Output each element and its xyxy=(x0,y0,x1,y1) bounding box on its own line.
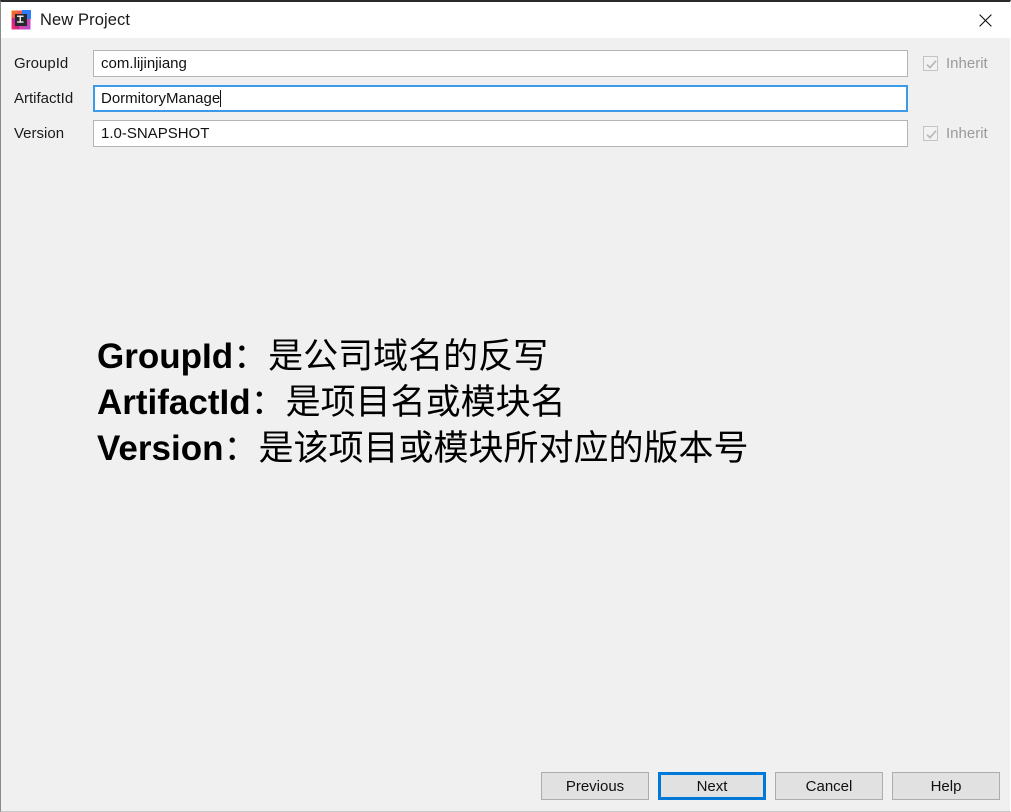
annotation-key: ArtifactId xyxy=(97,383,251,422)
annotation-value: ：是该项目或模块所对应的版本号 xyxy=(223,429,749,469)
version-inherit-checkbox[interactable]: Inherit xyxy=(923,123,988,144)
cancel-button[interactable]: Cancel xyxy=(775,772,883,800)
intellij-idea-icon xyxy=(11,10,31,30)
check-icon xyxy=(923,126,938,141)
version-inherit-label: Inherit xyxy=(946,125,988,142)
annotation-key: GroupId xyxy=(97,337,234,376)
artifactid-input-wrap xyxy=(93,85,908,112)
annotation-line-artifactid: ArtifactId：是项目名或模块名 xyxy=(97,380,977,426)
close-icon xyxy=(978,13,992,27)
groupid-input[interactable] xyxy=(93,50,908,77)
close-button[interactable] xyxy=(960,2,1010,38)
annotation-line-version: Version：是该项目或模块所对应的版本号 xyxy=(97,426,977,472)
next-button[interactable]: Next xyxy=(658,772,766,800)
version-input[interactable] xyxy=(93,120,908,147)
annotation-line-groupid: GroupId：是公司域名的反写 xyxy=(97,334,977,380)
dialog-body: GroupId Inherit ArtifactId xyxy=(1,38,1010,811)
annotation-text-block: GroupId：是公司域名的反写 ArtifactId：是项目名或模块名 Ver… xyxy=(97,334,977,472)
check-icon xyxy=(923,56,938,71)
dialog-footer: Previous Next Cancel Help xyxy=(1,763,1010,811)
annotation-value: ：是项目名或模块名 xyxy=(250,383,566,423)
title-bar: New Project xyxy=(1,2,1010,38)
form-row-artifactid: ArtifactId xyxy=(1,85,1010,112)
form-row-version: Version Inherit xyxy=(1,120,1010,147)
groupid-inherit-label: Inherit xyxy=(946,55,988,72)
annotation-value: ：是公司域名的反写 xyxy=(233,337,549,377)
artifactid-label: ArtifactId xyxy=(14,90,74,107)
groupid-label: GroupId xyxy=(14,55,69,72)
artifactid-input[interactable] xyxy=(93,85,908,112)
help-button[interactable]: Help xyxy=(892,772,1000,800)
new-project-dialog: New Project GroupId Inherit xyxy=(0,0,1011,812)
window-title: New Project xyxy=(40,10,131,29)
groupid-inherit-checkbox[interactable]: Inherit xyxy=(923,53,988,74)
dialog-button-row: Previous Next Cancel Help xyxy=(541,772,1000,800)
form-row-groupid: GroupId Inherit xyxy=(1,50,1010,77)
version-label: Version xyxy=(14,125,65,142)
previous-button[interactable]: Previous xyxy=(541,772,649,800)
annotation-key: Version xyxy=(97,429,224,468)
